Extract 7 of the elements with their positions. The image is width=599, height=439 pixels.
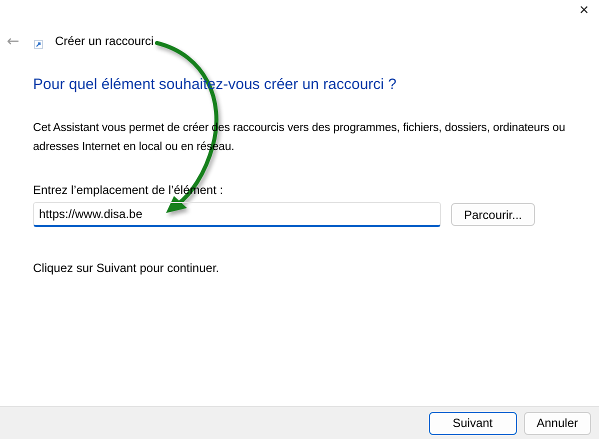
next-button[interactable]: Suivant <box>428 412 517 434</box>
hint-text: Cliquez sur Suivant pour continuer. <box>33 261 220 275</box>
close-button[interactable]: × <box>569 0 599 22</box>
location-field[interactable]: https://www.disa.be <box>33 202 441 227</box>
window-title: Créer un raccourci <box>55 34 154 48</box>
browse-button[interactable]: Parcourir... <box>451 203 536 226</box>
cancel-button[interactable]: Annuler <box>524 412 591 434</box>
